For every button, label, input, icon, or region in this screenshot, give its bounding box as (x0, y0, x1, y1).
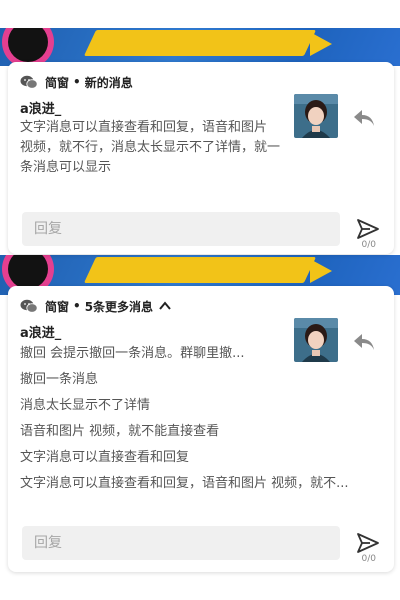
wallpaper-yellow-band (83, 30, 317, 56)
reply-counter: 0/0 (361, 240, 376, 250)
header-subtitle: 新的消息 (84, 75, 133, 90)
header-subtitle: 5条更多消息 (84, 299, 154, 314)
wallpaper-disc (8, 28, 48, 62)
reply-arrow-icon[interactable] (352, 108, 376, 128)
notification-card[interactable]: 简窗 • 新的消息 a浪进_ 文字消息可以直接查看和回复，语音和图片 视频，就不… (8, 62, 394, 254)
reply-input[interactable] (22, 526, 340, 560)
notification-header: 简窗 • 5条更多消息 (20, 296, 171, 316)
app-name: 简窗 (45, 75, 70, 90)
send-icon[interactable] (356, 532, 380, 554)
wallpaper-arrow (310, 32, 332, 56)
header-separator: • (73, 299, 81, 313)
message-line: 语音和图片 视频，就不能直接查看 (20, 424, 220, 439)
wallpaper-disc (8, 255, 48, 289)
avatar (294, 94, 338, 138)
avatar (294, 318, 338, 362)
reply-arrow-icon[interactable] (352, 332, 376, 352)
message-line: 消息太长显示不了详情 (20, 398, 151, 413)
send-icon[interactable] (356, 218, 380, 240)
wechat-icon (20, 75, 38, 89)
chevron-up-icon[interactable] (159, 301, 171, 311)
wallpaper-strip-top (0, 28, 400, 66)
message-line: 文字消息可以直接查看和回复 (20, 450, 190, 465)
notification-card[interactable]: 简窗 • 5条更多消息 a浪进_ 撤回 会提示撤回一条消息。群聊里撤... 撤回… (8, 286, 394, 572)
wechat-icon (20, 299, 38, 313)
message-line: 撤回一条消息 (20, 372, 99, 387)
message-line: 文字消息可以直接查看和回复，语音和图片 视频，就不... (20, 476, 349, 491)
notification-header: 简窗 • 新的消息 (20, 72, 133, 92)
sender-name: a浪进_ (20, 326, 62, 341)
wallpaper-yellow-band (83, 257, 317, 283)
reply-counter: 0/0 (361, 554, 376, 564)
message-line: 撤回 会提示撤回一条消息。群聊里撤... (20, 346, 245, 361)
wallpaper-arrow (310, 259, 332, 283)
app-name: 简窗 (45, 299, 70, 314)
header-separator: • (73, 75, 81, 89)
message-text: 文字消息可以直接查看和回复，语音和图片 视频，就不行，消息太长显示不了详情，就一… (20, 120, 281, 175)
sender-name: a浪进_ (20, 102, 62, 117)
reply-input[interactable] (22, 212, 340, 246)
